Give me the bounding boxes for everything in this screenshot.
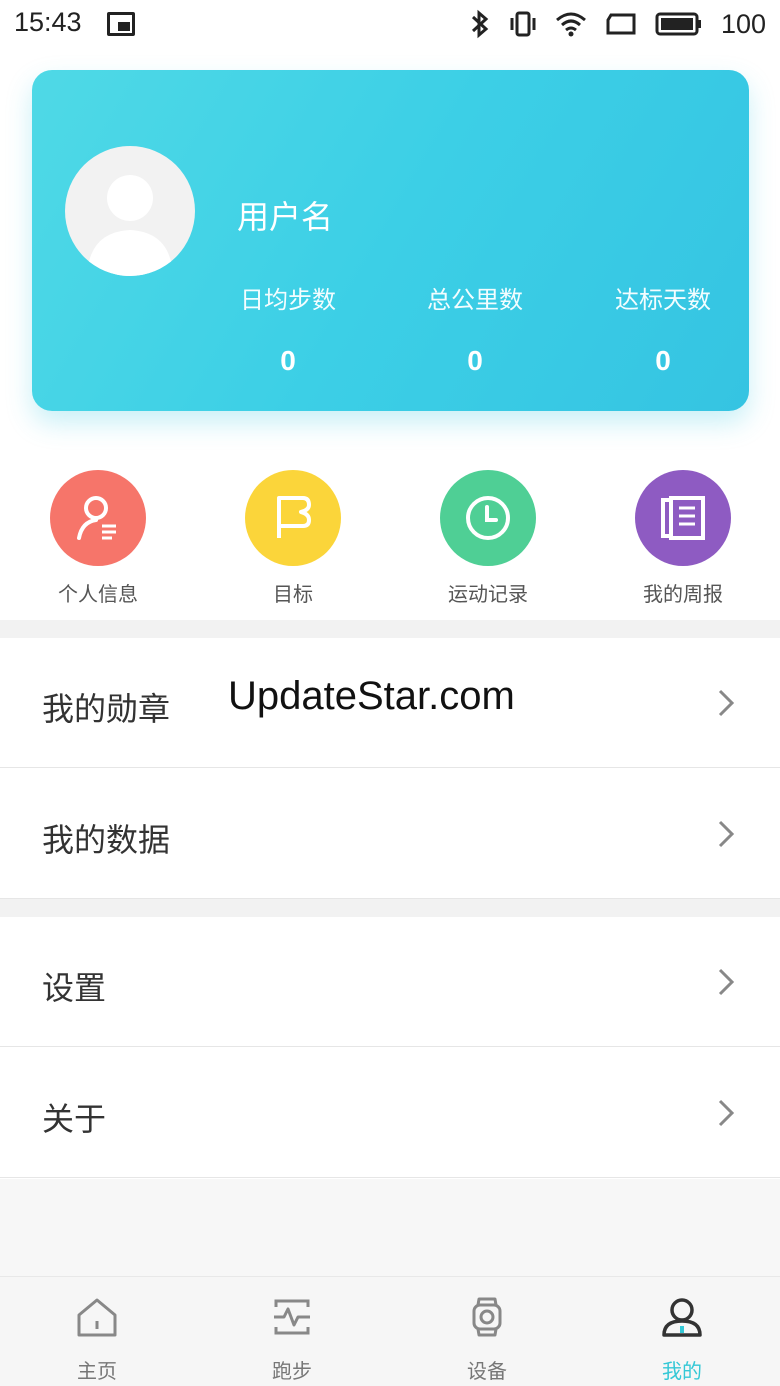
quick-action-label: 个人信息	[58, 582, 138, 606]
quick-action-exercise-log[interactable]: 运动记录	[413, 470, 563, 607]
profile-icon	[622, 1293, 742, 1341]
chevron-right-icon	[718, 968, 735, 996]
quick-action-label: 运动记录	[448, 582, 528, 606]
bluetooth-icon	[471, 9, 489, 39]
section-divider	[0, 620, 780, 638]
quick-action-label: 我的周报	[643, 582, 723, 606]
chevron-right-icon	[718, 820, 735, 848]
page-background	[0, 1179, 780, 1276]
menu-item-settings[interactable]: 设置	[0, 917, 780, 1047]
status-time: 15:43	[14, 7, 82, 37]
menu-item-label: 我的勋章	[42, 690, 171, 728]
avatar[interactable]	[65, 146, 195, 276]
stat-value: 0	[655, 345, 671, 376]
quick-action-label: 目标	[273, 582, 313, 606]
sim-icon	[606, 13, 636, 35]
username: 用户名	[237, 198, 334, 236]
chevron-right-icon	[718, 1099, 735, 1127]
home-icon	[37, 1293, 157, 1341]
nav-label: 设备	[467, 1359, 507, 1383]
nav-tab-home[interactable]: 主页	[37, 1293, 157, 1384]
bottom-nav: 主页 跑步 设备 我的	[0, 1276, 780, 1386]
menu-item-label: 设置	[42, 969, 107, 1007]
gallery-notification-icon	[107, 12, 135, 36]
report-icon	[635, 470, 731, 566]
battery-level: 100	[720, 8, 766, 39]
stat-label: 日均步数	[240, 286, 336, 314]
quick-action-personal-info[interactable]: 个人信息	[23, 470, 173, 607]
status-icons: 100	[469, 6, 766, 42]
quick-action-goal[interactable]: 目标	[218, 470, 368, 607]
quick-actions: 个人信息 目标 运动记录 我的周报	[0, 470, 780, 610]
battery-icon	[655, 12, 701, 36]
nav-label: 主页	[77, 1359, 117, 1383]
nav-tab-run[interactable]: 跑步	[232, 1293, 352, 1384]
wifi-icon	[555, 12, 586, 37]
watermark: UpdateStar.com	[228, 674, 515, 718]
nav-tab-device[interactable]: 设备	[427, 1293, 547, 1384]
stat-label: 总公里数	[427, 286, 523, 314]
menu-item-label: 我的数据	[42, 821, 171, 859]
quick-action-weekly-report[interactable]: 我的周报	[608, 470, 758, 607]
stat-label: 达标天数	[615, 286, 711, 314]
nav-label: 跑步	[272, 1359, 312, 1383]
stat-daily-steps: 日均步数 0	[218, 280, 358, 377]
menu-item-label: 关于	[42, 1100, 107, 1138]
chevron-right-icon	[718, 689, 735, 717]
menu-item-about[interactable]: 关于	[0, 1048, 780, 1178]
profile-card[interactable]: 用户名 日均步数 0 总公里数 0 达标天数 0	[32, 70, 749, 411]
flag-icon	[245, 470, 341, 566]
vibrate-icon	[510, 11, 536, 37]
stat-total-km: 总公里数 0	[405, 280, 545, 377]
user-info-icon	[50, 470, 146, 566]
stat-goal-days: 达标天数 0	[593, 280, 733, 377]
watch-icon	[427, 1293, 547, 1341]
clock-icon	[440, 470, 536, 566]
status-bar: 15:43 100	[0, 0, 780, 50]
stat-value: 0	[467, 345, 483, 376]
nav-label: 我的	[662, 1359, 702, 1383]
section-divider	[0, 899, 780, 917]
default-avatar-icon	[87, 175, 173, 276]
nav-tab-mine[interactable]: 我的	[622, 1293, 742, 1384]
menu-item-my-data[interactable]: 我的数据	[0, 769, 780, 899]
stat-value: 0	[280, 345, 296, 376]
run-icon	[232, 1293, 352, 1341]
